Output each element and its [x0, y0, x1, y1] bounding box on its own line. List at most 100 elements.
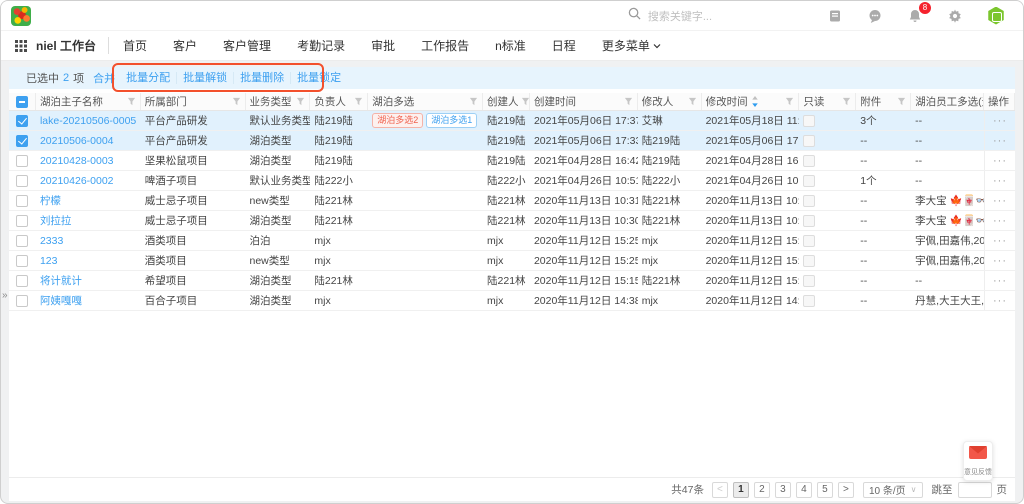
row-actions-icon[interactable]: ··· [993, 135, 1007, 147]
record-link[interactable]: 刘拉拉 [40, 213, 72, 228]
gear-icon[interactable] [947, 8, 963, 24]
nav-item-2[interactable]: 客户管理 [223, 37, 271, 54]
feedback-button[interactable]: 意见反馈 [963, 441, 993, 481]
filter-icon[interactable] [840, 97, 851, 106]
cell-dept: 威士忌子项目 [141, 191, 246, 210]
filter-icon[interactable] [352, 97, 363, 106]
nav-item-7[interactable]: 日程 [552, 37, 576, 54]
row-actions-icon[interactable]: ··· [993, 195, 1007, 207]
record-link[interactable]: 20210428-0003 [40, 155, 114, 167]
row-actions-icon[interactable]: ··· [993, 175, 1007, 187]
filter-icon[interactable] [230, 97, 241, 106]
record-link[interactable]: 阿姨嘎嘎 [40, 293, 82, 308]
batch-action-2[interactable]: 批量删除 [233, 72, 290, 84]
page-button-4[interactable]: 4 [796, 482, 812, 498]
page-size-select[interactable]: 10 条/页 ∨ [863, 482, 923, 498]
prev-page-icon[interactable]: < [712, 482, 728, 498]
row-checkbox[interactable] [16, 175, 28, 187]
bell-icon[interactable]: 8 [907, 8, 923, 24]
table-row: lake-20210506-0005平台产品研发默认业务类型陆219陆湖泊多选2… [9, 111, 1015, 131]
sort-icon[interactable] [751, 96, 759, 107]
cell-creator: 陆221林 [483, 191, 530, 210]
column-label-attachments: 附件 [860, 94, 881, 109]
global-search-input[interactable]: 搜索关键字... [628, 7, 712, 25]
panel-expander-icon[interactable]: » [2, 290, 8, 301]
filter-icon[interactable] [686, 97, 697, 106]
column-header-creator: 创建人 [483, 93, 530, 110]
cell-attachments: -- [856, 211, 911, 230]
nav-item-3[interactable]: 考勤记录 [297, 37, 345, 54]
record-link[interactable]: 20210506-0004 [40, 135, 114, 147]
nav-item-0[interactable]: 首页 [123, 37, 147, 54]
row-actions-icon[interactable]: ··· [993, 155, 1007, 167]
nav-item-5[interactable]: 工作报告 [421, 37, 469, 54]
workspace-title: niel 工作台 [36, 37, 109, 54]
page-button-5[interactable]: 5 [817, 482, 833, 498]
record-link[interactable]: 柠檬 [40, 193, 61, 208]
row-checkbox[interactable] [16, 235, 28, 247]
row-actions-icon[interactable]: ··· [993, 295, 1007, 307]
row-checkbox[interactable] [16, 155, 28, 167]
batch-actions: 批量分配批量解锁批量删除批量锁定 [120, 72, 347, 84]
chat-icon[interactable] [867, 8, 883, 24]
row-checkbox[interactable] [16, 135, 28, 147]
column-header-multi: 湖泊多选 [368, 93, 483, 110]
cell-name: 柠檬 [36, 191, 141, 210]
cell-name: 2333 [36, 231, 141, 250]
cell-dept: 啤酒子项目 [141, 171, 246, 190]
record-link[interactable]: 20210426-0002 [40, 175, 114, 187]
page-button-2[interactable]: 2 [754, 482, 770, 498]
row-checkbox[interactable] [16, 295, 28, 307]
merge-button[interactable]: 合并 [93, 70, 115, 86]
select-all-checkbox[interactable] [16, 96, 28, 108]
filter-icon[interactable] [895, 97, 906, 106]
jump-page-input[interactable] [958, 482, 992, 498]
row-checkbox[interactable] [16, 115, 28, 127]
row-checkbox[interactable] [16, 255, 28, 267]
record-link[interactable]: lake-20210506-0005 [40, 115, 136, 127]
row-actions-icon[interactable]: ··· [993, 115, 1007, 127]
batch-action-3[interactable]: 批量锁定 [290, 72, 347, 84]
row-actions-icon[interactable]: ··· [993, 235, 1007, 247]
document-icon[interactable] [827, 8, 843, 24]
cell-attachments: 3个 [856, 111, 911, 130]
more-menu-button[interactable]: 更多菜单 [602, 37, 661, 54]
row-actions-icon[interactable]: ··· [993, 215, 1007, 227]
row-checkbox[interactable] [16, 275, 28, 287]
user-avatar[interactable] [987, 7, 1005, 25]
cell-attachments: -- [856, 191, 911, 210]
column-label-creator: 创建人 [487, 94, 519, 109]
top-icon-group: 8 [827, 7, 1005, 25]
cell-actions: ··· [984, 231, 1015, 250]
row-actions-icon[interactable]: ··· [993, 255, 1007, 267]
column-header-ops: 操作 [984, 93, 1015, 110]
cell-actions: ··· [984, 251, 1015, 270]
row-actions-icon[interactable]: ··· [993, 275, 1007, 287]
page-button-1[interactable]: 1 [733, 482, 749, 498]
record-link[interactable]: 2333 [40, 235, 63, 247]
filter-icon[interactable] [294, 97, 305, 106]
record-link[interactable]: 将计就计 [40, 273, 82, 288]
nav-item-1[interactable]: 客户 [173, 37, 197, 54]
cell-actions: ··· [984, 151, 1015, 170]
nav-item-6[interactable]: n标准 [495, 37, 526, 54]
filter-icon[interactable] [467, 97, 478, 106]
nav-item-4[interactable]: 审批 [371, 37, 395, 54]
filter-icon[interactable] [783, 97, 794, 106]
row-checkbox[interactable] [16, 215, 28, 227]
record-link[interactable]: 123 [40, 255, 58, 267]
row-checkbox[interactable] [16, 195, 28, 207]
filter-icon[interactable] [622, 97, 633, 106]
column-header-readonly: 只读 [799, 93, 856, 110]
apps-grid-icon[interactable] [15, 40, 27, 52]
filter-icon[interactable] [125, 97, 136, 106]
cell-owner: 陆221林 [310, 211, 368, 230]
page-button-3[interactable]: 3 [775, 482, 791, 498]
readonly-checkbox [803, 215, 815, 227]
cell-owner: mjx [310, 291, 368, 310]
column-header-type: 业务类型 [246, 93, 311, 110]
filter-icon[interactable] [519, 97, 530, 106]
next-page-icon[interactable]: > [838, 482, 854, 498]
batch-action-0[interactable]: 批量分配 [120, 72, 176, 84]
batch-action-1[interactable]: 批量解锁 [176, 72, 233, 84]
